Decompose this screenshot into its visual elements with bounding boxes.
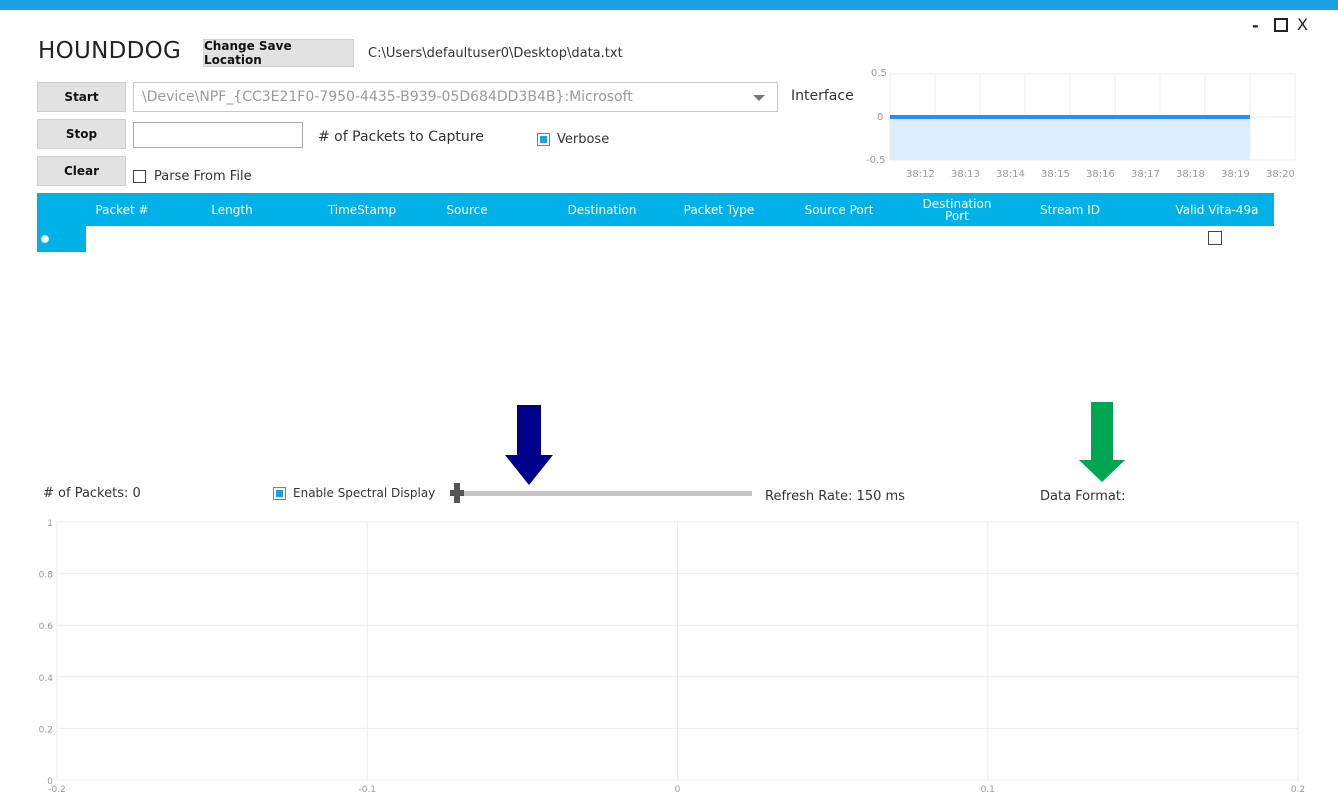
mini-x-tick: 38:14 xyxy=(996,169,1025,180)
column-header-source[interactable]: Source xyxy=(422,193,512,226)
mini-y-tick: 0 xyxy=(877,112,884,123)
spectral-chart-grid xyxy=(56,521,1299,781)
spectral-y-tick: 0.2 xyxy=(39,725,53,735)
column-header-stream-id[interactable]: Stream ID xyxy=(1025,193,1115,226)
chevron-down-icon[interactable] xyxy=(753,95,765,101)
packet-count-label: # of Packets: 0 xyxy=(43,486,141,501)
verbose-checkbox[interactable] xyxy=(537,133,550,146)
column-header-destination[interactable]: Destination xyxy=(552,193,652,226)
save-path-label: C:\Users\defaultuser0\Desktop\data.txt xyxy=(368,46,623,61)
window-accent-bar xyxy=(0,0,1338,10)
spectral-x-tick: 0 xyxy=(675,785,681,795)
change-save-location-button[interactable]: Change Save Location xyxy=(203,39,354,67)
packets-to-capture-input[interactable] xyxy=(133,122,303,148)
data-format-label: Data Format: xyxy=(1040,489,1126,504)
parse-from-file-checkbox[interactable] xyxy=(133,170,146,183)
spectral-x-tick: -0.2 xyxy=(48,785,66,795)
enable-spectral-display-label: Enable Spectral Display xyxy=(293,486,436,500)
column-header-packet-type[interactable]: Packet Type xyxy=(674,193,764,226)
mini-x-tick: 38:17 xyxy=(1131,169,1160,180)
mini-y-tick: -0.5 xyxy=(866,155,886,166)
spectral-y-tick: 0.8 xyxy=(39,571,54,581)
minimize-button[interactable]: - xyxy=(1252,16,1259,35)
refresh-rate-slider-handle[interactable] xyxy=(454,483,460,503)
column-header-timestamp[interactable]: TimeStamp xyxy=(317,193,407,226)
mini-x-tick: 38:13 xyxy=(951,169,980,180)
spectral-chart: 00.20.40.60.81-0.2 -0.1 0 0.1 0.2 xyxy=(39,519,1305,795)
enable-spectral-display-checkbox[interactable] xyxy=(273,487,286,500)
interface-select[interactable]: \Device\NPF_{CC3E21F0-7950-4435-B939-05D… xyxy=(133,82,778,112)
interface-select-value: \Device\NPF_{CC3E21F0-7950-4435-B939-05D… xyxy=(142,89,633,105)
packets-to-capture-label: # of Packets to Capture xyxy=(318,129,484,145)
blue-down-arrow-icon xyxy=(505,405,553,485)
packet-table-header: Packet # Length TimeStamp Source Destina… xyxy=(37,193,1274,226)
mini-x-tick: 38:15 xyxy=(1041,169,1070,180)
mini-x-tick: 38:18 xyxy=(1176,169,1205,180)
spectral-x-tick: -0.1 xyxy=(358,785,376,795)
refresh-rate-label: Refresh Rate: 150 ms xyxy=(765,489,905,504)
traffic-mini-chart xyxy=(889,73,1296,161)
spectral-y-tick: 1 xyxy=(47,519,53,529)
valid-vita-49a-checkbox[interactable] xyxy=(1208,231,1222,245)
verbose-label: Verbose xyxy=(557,132,610,147)
column-header-valid-vita-49a[interactable]: Valid Vita-49a xyxy=(1162,193,1272,226)
spectral-x-tick: 0.2 xyxy=(1291,785,1305,795)
app-title: HOUNDDOG xyxy=(38,38,182,64)
parse-from-file-label: Parse From File xyxy=(154,169,252,184)
spectral-y-tick: 0.6 xyxy=(39,622,54,632)
mini-chart-fill xyxy=(890,117,1250,160)
interface-label: Interface xyxy=(791,88,854,104)
maximize-button[interactable] xyxy=(1274,18,1288,32)
column-header-destination-port[interactable]: Destination Port xyxy=(917,193,997,226)
mini-y-tick: 0.5 xyxy=(871,68,887,79)
start-button[interactable]: Start xyxy=(37,82,126,112)
mini-x-tick: 38:12 xyxy=(906,169,935,180)
green-down-arrow-icon xyxy=(1079,402,1125,482)
close-button[interactable]: X xyxy=(1297,15,1308,34)
spectral-chart-ticks: 00.20.40.60.81-0.2 -0.1 0 0.1 0.2 xyxy=(39,519,1305,795)
spectral-y-tick: 0.4 xyxy=(39,674,54,684)
clear-button[interactable]: Clear xyxy=(37,156,126,186)
column-header-length[interactable]: Length xyxy=(187,193,277,226)
stop-button[interactable]: Stop xyxy=(37,119,126,149)
column-header-packet-number[interactable]: Packet # xyxy=(77,193,167,226)
mini-x-tick: 38:19 xyxy=(1221,169,1250,180)
mini-x-tick: 38:20 xyxy=(1266,169,1295,180)
mini-x-tick: 38:16 xyxy=(1086,169,1115,180)
row-indicator-icon xyxy=(41,235,49,243)
spectral-x-tick: 0.1 xyxy=(981,785,995,795)
column-header-source-port[interactable]: Source Port xyxy=(794,193,884,226)
table-row-selector[interactable] xyxy=(37,226,86,252)
refresh-rate-slider-track[interactable] xyxy=(461,491,752,496)
